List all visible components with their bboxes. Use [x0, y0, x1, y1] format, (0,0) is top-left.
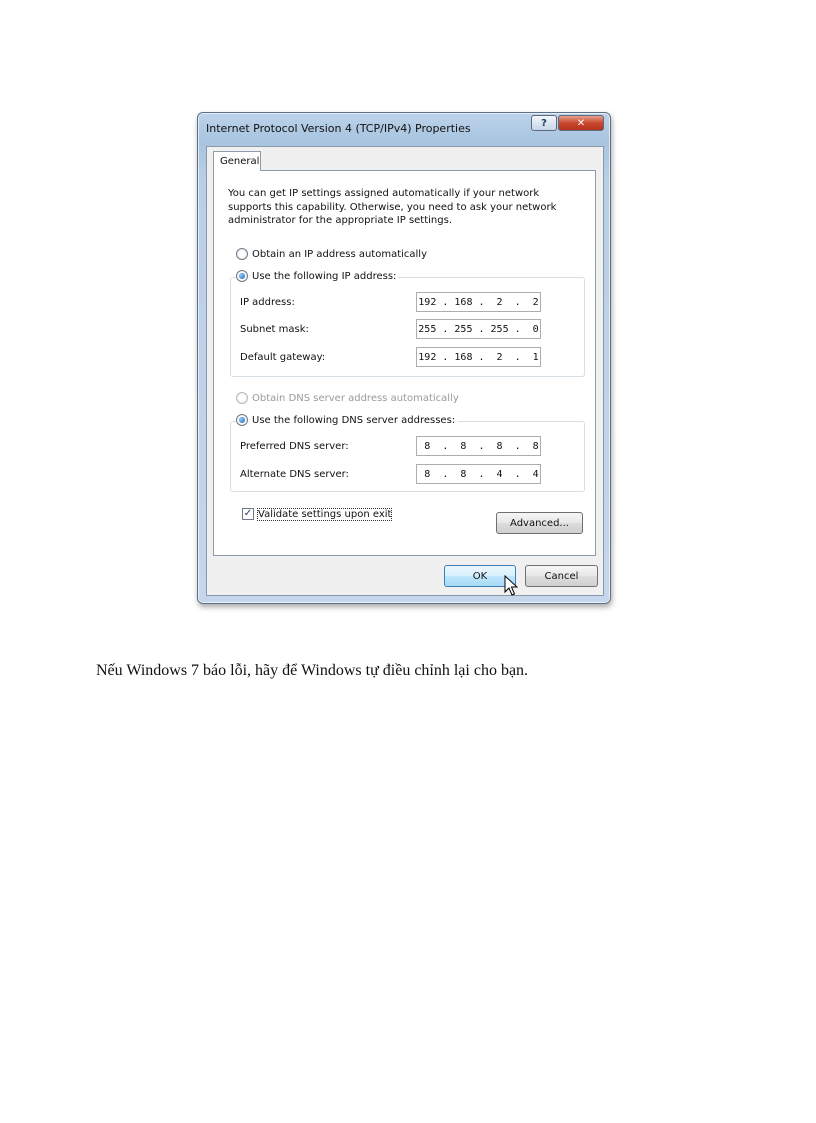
intro-text: You can get IP settings assigned automat…: [228, 188, 557, 226]
mouse-pointer-icon: [504, 575, 518, 596]
ip-auto-label: Obtain an IP address automatically: [252, 248, 428, 260]
ipv4-properties-dialog: Internet Protocol Version 4 (TCP/IPv4) P…: [197, 112, 611, 604]
default-gateway-input[interactable]: 192 . 168 . 2 . 1: [416, 347, 541, 367]
radio-disabled-icon: [236, 392, 248, 404]
tab-general[interactable]: General: [213, 151, 261, 171]
dns-manual-radio[interactable]: Use the following DNS server addresses:: [236, 414, 459, 426]
dialog-title: Internet Protocol Version 4 (TCP/IPv4) P…: [206, 122, 471, 135]
dialog-body: General You can get IP settings assigned…: [206, 146, 604, 596]
title-bar: Internet Protocol Version 4 (TCP/IPv4) P…: [198, 113, 610, 143]
ip-address-input[interactable]: 192 . 168 . 2 . 2: [416, 292, 541, 312]
radio-checked-icon: [236, 270, 248, 282]
alternate-dns-label: Alternate DNS server:: [240, 469, 349, 480]
ip-manual-label: Use the following IP address:: [252, 270, 397, 282]
checkmark-icon: ✓: [242, 508, 254, 520]
cancel-button[interactable]: Cancel: [525, 565, 598, 587]
subnet-mask-input[interactable]: 255 . 255 . 255 . 0: [416, 319, 541, 339]
ip-manual-radio[interactable]: Use the following IP address:: [236, 270, 400, 282]
dns-auto-radio[interactable]: Obtain DNS server address automatically: [236, 392, 462, 404]
default-gateway-label: Default gateway:: [240, 352, 326, 363]
preferred-dns-label: Preferred DNS server:: [240, 441, 349, 452]
validate-settings-checkbox[interactable]: ✓ Validate settings upon exit: [242, 507, 393, 521]
help-button[interactable]: ?: [531, 115, 557, 131]
dns-manual-label: Use the following DNS server addresses:: [252, 414, 456, 426]
general-tab-page: You can get IP settings assigned automat…: [213, 170, 596, 556]
caption-text: Nếu Windows 7 báo lỗi, hãy để Windows tự…: [96, 662, 529, 679]
radio-unchecked-icon: [236, 248, 248, 260]
radio-checked-icon: [236, 414, 248, 426]
ip-address-label: IP address:: [240, 297, 295, 308]
validate-settings-label: Validate settings upon exit: [256, 507, 393, 521]
subnet-mask-label: Subnet mask:: [240, 324, 309, 335]
dns-auto-label: Obtain DNS server address automatically: [252, 392, 459, 404]
alternate-dns-input[interactable]: 8 . 8 . 4 . 4: [416, 464, 541, 484]
ip-auto-radio[interactable]: Obtain an IP address automatically: [236, 248, 431, 260]
preferred-dns-input[interactable]: 8 . 8 . 8 . 8: [416, 436, 541, 456]
close-button[interactable]: ✕: [558, 115, 604, 131]
advanced-button[interactable]: Advanced...: [496, 512, 583, 534]
